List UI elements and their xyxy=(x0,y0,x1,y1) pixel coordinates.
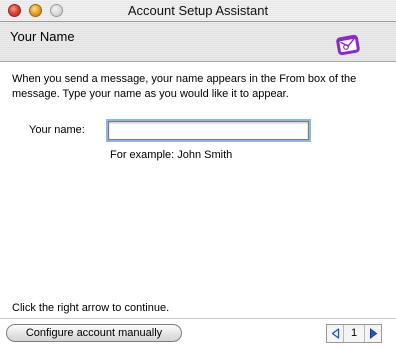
name-example-text: For example: John Smith xyxy=(110,149,233,161)
page-number: 1 xyxy=(350,327,358,339)
title-bar: Account Setup Assistant xyxy=(0,0,396,22)
continue-instruction: Click the right arrow to continue. xyxy=(12,302,170,314)
intro-text: When you send a message, your name appea… xyxy=(12,73,357,100)
configure-account-manually-button[interactable]: Configure account manually xyxy=(6,324,182,342)
window-title: Account Setup Assistant xyxy=(127,3,269,18)
step-title: Your Name xyxy=(10,29,75,44)
footer-divider xyxy=(0,318,396,319)
right-arrow-icon xyxy=(369,328,377,339)
previous-step-button[interactable] xyxy=(327,325,344,342)
entourage-envelope-icon xyxy=(336,34,360,56)
step-header: Your Name xyxy=(0,22,396,62)
step-navigator: 1 xyxy=(326,324,382,343)
next-step-button[interactable] xyxy=(364,325,381,342)
account-setup-window: Account Setup Assistant Your Name When y… xyxy=(0,0,396,349)
your-name-input[interactable] xyxy=(108,121,309,140)
name-label: Your name: xyxy=(29,124,85,136)
left-arrow-icon xyxy=(331,328,339,339)
